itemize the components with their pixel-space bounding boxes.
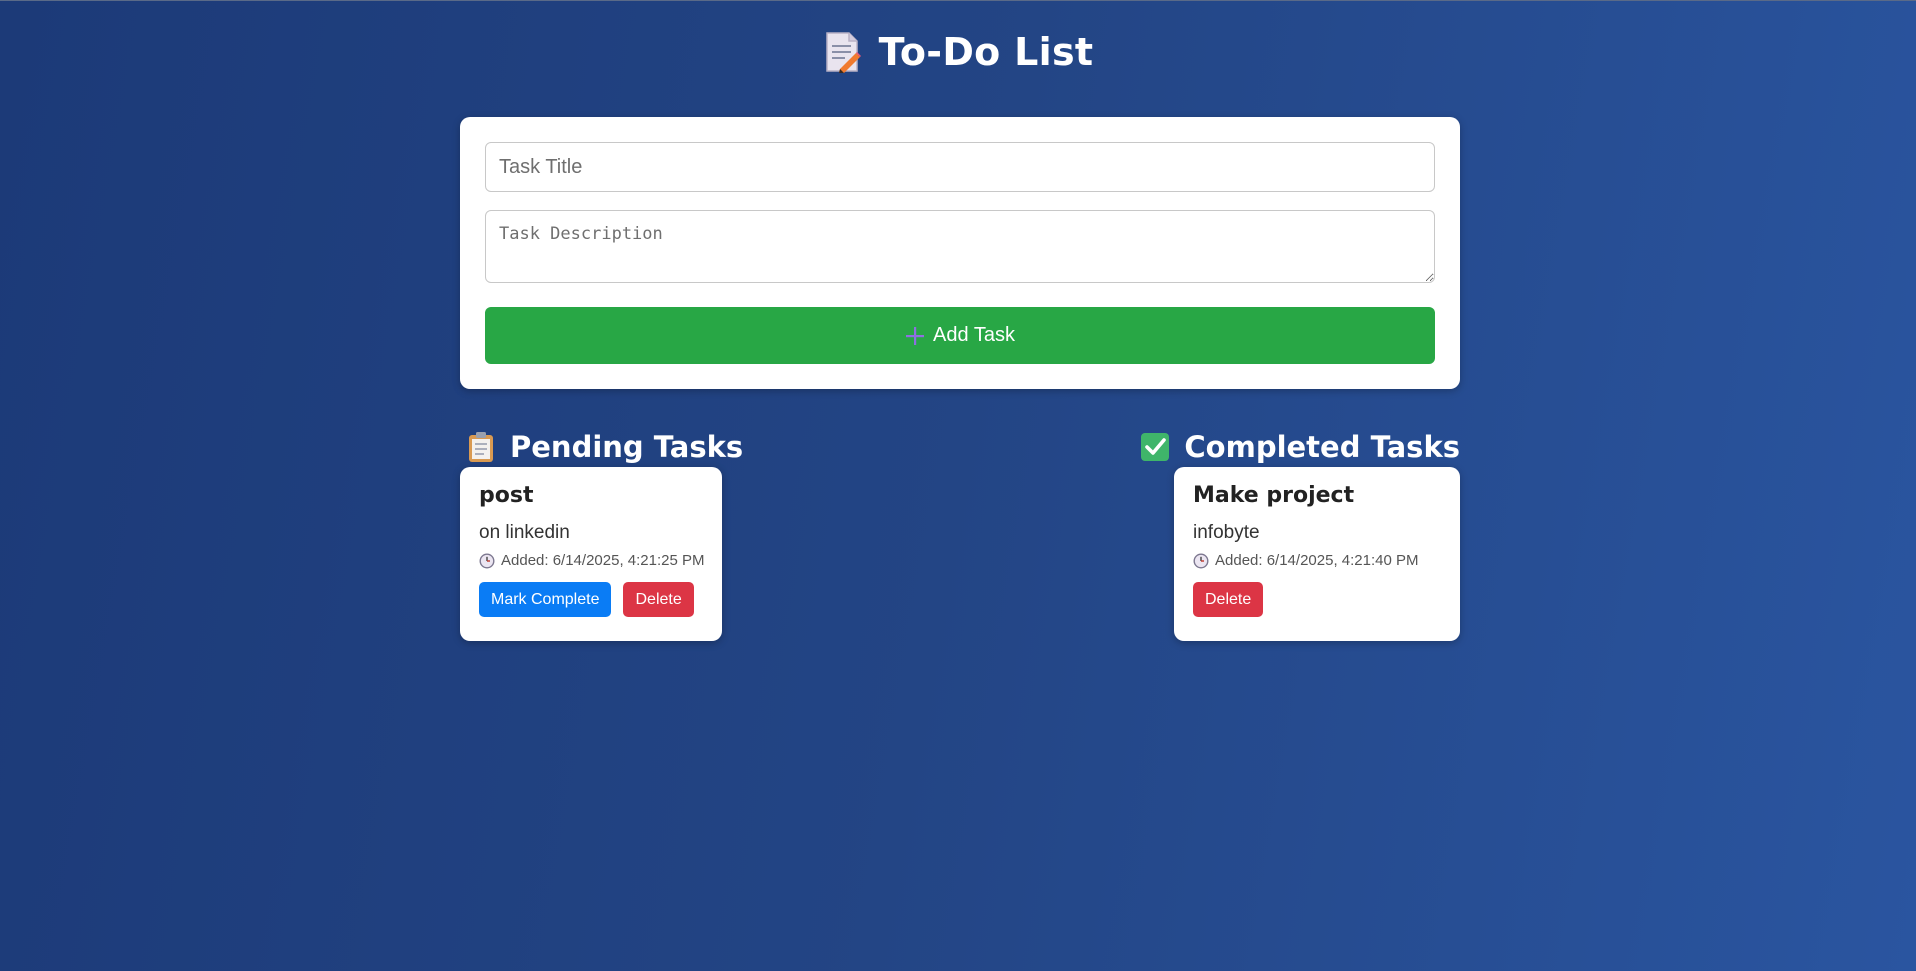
delete-button[interactable]: Delete [623,582,694,617]
pending-tasks-heading: Pending Tasks [466,430,743,464]
add-task-label: Add Task [933,324,1015,346]
completed-tasks-heading: Completed Tasks [1140,430,1460,464]
task-timestamp: Added: 6/14/2025, 4:21:40 PM [1193,552,1441,569]
completed-tasks-title: Completed Tasks [1184,430,1460,464]
mark-complete-button[interactable]: Mark Complete [479,582,612,617]
clock-icon [479,552,495,569]
check-mark-icon [1140,431,1170,463]
task-actions: Delete [1193,582,1441,617]
task-description: infobyte [1193,522,1260,543]
pending-task-card: post on linkedin Added: 6/14/2025, 4:21:… [460,467,722,641]
completed-task-card: Make project infobyte Added: 6/14/2025, … [1174,467,1460,641]
task-title: post [479,483,534,508]
task-title-input[interactable] [485,142,1435,192]
task-title: Make project [1193,483,1355,508]
task-description-input[interactable] [485,210,1435,283]
plus-icon [905,326,925,346]
page-header: To-Do List [0,30,1916,74]
task-actions: Mark Complete Delete [479,582,703,617]
delete-button[interactable]: Delete [1193,582,1264,617]
task-added-text: Added: 6/14/2025, 4:21:40 PM [1215,552,1419,569]
task-description: on linkedin [479,522,570,543]
page-title: To-Do List [878,30,1094,74]
add-task-form: Add Task [460,117,1460,389]
clock-icon [1193,552,1209,569]
window-top-border [0,0,1916,1]
task-added-text: Added: 6/14/2025, 4:21:25 PM [501,552,705,569]
add-task-button[interactable]: Add Task [485,307,1435,364]
task-timestamp: Added: 6/14/2025, 4:21:25 PM [479,552,705,569]
clipboard-icon [466,431,496,463]
memo-icon [823,31,861,73]
pending-tasks-title: Pending Tasks [510,430,744,464]
